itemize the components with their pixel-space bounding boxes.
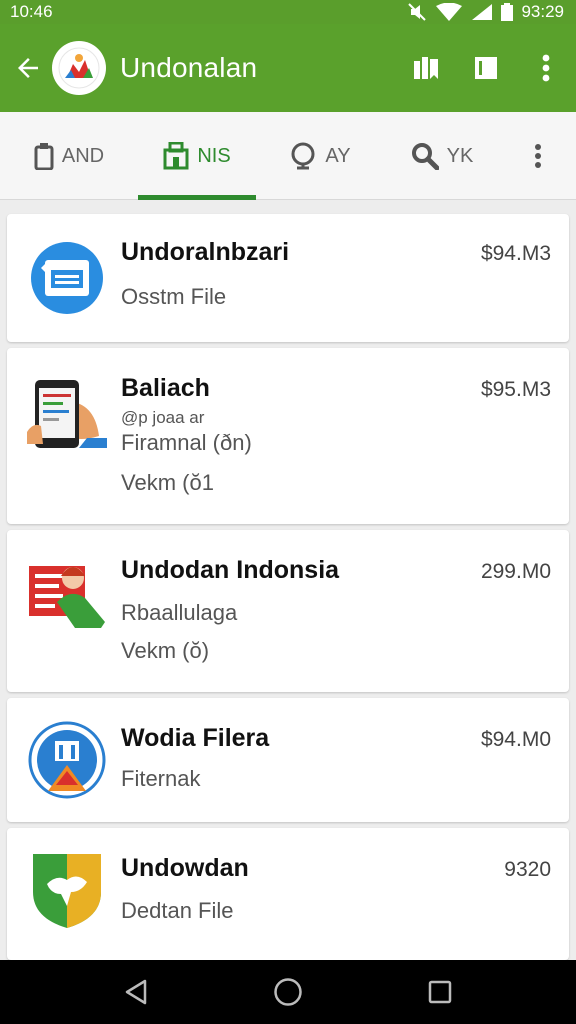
nav-back-icon [125, 979, 147, 1005]
tab-bar: AND NIS AY YK [0, 112, 576, 200]
nav-recents-icon [428, 980, 452, 1004]
nav-back-button[interactable] [106, 960, 166, 1024]
battery-icon [501, 3, 514, 21]
item-title: Wodia Filera [121, 724, 270, 752]
tab-nis-label: NIS [197, 144, 231, 167]
status-clock-right: 93:29 [521, 2, 564, 21]
item-title: Undoralnbzari [121, 238, 290, 266]
flag-person-icon [27, 556, 107, 636]
overflow-menu-icon [535, 144, 541, 168]
item-title: Baliach [121, 374, 210, 402]
square-button[interactable] [456, 24, 516, 112]
bookmark-icon [414, 57, 438, 79]
item-title: Undodan Indonsia [121, 556, 340, 584]
list-item[interactable]: Undowdan 9320 Dedtan File [7, 828, 569, 960]
overflow-menu-icon [542, 54, 550, 82]
back-button[interactable] [0, 24, 56, 112]
item-line: Vekm (ŏ) [121, 638, 210, 663]
item-size: 299.M0 [480, 560, 551, 583]
app-bar-actions [396, 24, 576, 112]
file-list: Undoralnbzari $94.M3 Osstm File Baliach … [0, 200, 576, 960]
item-size: $94.M3 [480, 242, 551, 265]
item-line: Vekm (ŏ1 [121, 470, 214, 495]
status-time: 10:46 [10, 2, 53, 21]
nav-home-icon [274, 978, 302, 1006]
storefront-icon [163, 142, 189, 170]
tab-ay-label: AY [325, 144, 351, 167]
pin-icon [291, 142, 315, 170]
mute-icon [408, 3, 427, 21]
tab-ay[interactable]: AY [256, 112, 384, 200]
signal-icon [472, 4, 493, 20]
document-icon [27, 238, 107, 318]
item-title: Undowdan [121, 854, 249, 882]
item-line: Rbaallulaga [121, 600, 238, 625]
square-icon [475, 57, 497, 79]
tab-and[interactable]: AND [0, 112, 138, 200]
nav-recents-button[interactable] [410, 960, 470, 1024]
clipboard-icon [34, 143, 54, 170]
item-size: 9320 [504, 858, 551, 881]
nav-home-button[interactable] [258, 960, 318, 1024]
phone-icon [27, 374, 107, 454]
item-line: @p joaa ar [121, 408, 205, 427]
tab-yk-label: YK [446, 144, 474, 167]
arrow-left-icon [18, 58, 38, 78]
search-icon [411, 143, 439, 170]
tab-overflow-button[interactable] [500, 112, 576, 200]
shield-icon [27, 850, 107, 930]
tab-and-label: AND [61, 144, 105, 167]
system-nav-bar [0, 960, 576, 1024]
item-line: Dedtan File [121, 898, 234, 923]
list-item[interactable]: Wodia Filera $94.M0 Fiternak [7, 698, 569, 822]
app-logo [52, 41, 106, 95]
app-bar: Undonalan [0, 24, 576, 112]
tab-yk[interactable]: YK [384, 112, 500, 200]
app-title: Undonalan [120, 52, 258, 83]
overflow-menu-button[interactable] [516, 24, 576, 112]
item-line: Firamnal (ðn) [121, 430, 252, 455]
app-logo-emblem-icon [58, 47, 100, 89]
tab-nis[interactable]: NIS [138, 112, 256, 200]
item-size: $95.M3 [480, 378, 551, 401]
wifi-icon [436, 3, 463, 21]
item-subtitle: Osstm File [121, 284, 227, 309]
bookmark-button[interactable] [396, 24, 456, 112]
item-size: $94.M0 [480, 728, 551, 751]
status-icons: 93:29 [407, 2, 564, 22]
status-bar: 10:46 93:29 [0, 0, 576, 24]
list-item[interactable]: Undoralnbzari $94.M3 Osstm File [7, 214, 569, 342]
list-item[interactable]: Baliach $95.M3 @p joaa ar Firamnal (ðn) … [7, 348, 569, 524]
item-line: Fiternak [121, 766, 201, 791]
list-item[interactable]: Undodan Indonsia 299.M0 Rbaallulaga Vekm… [7, 530, 569, 692]
emblem-icon [27, 720, 107, 800]
